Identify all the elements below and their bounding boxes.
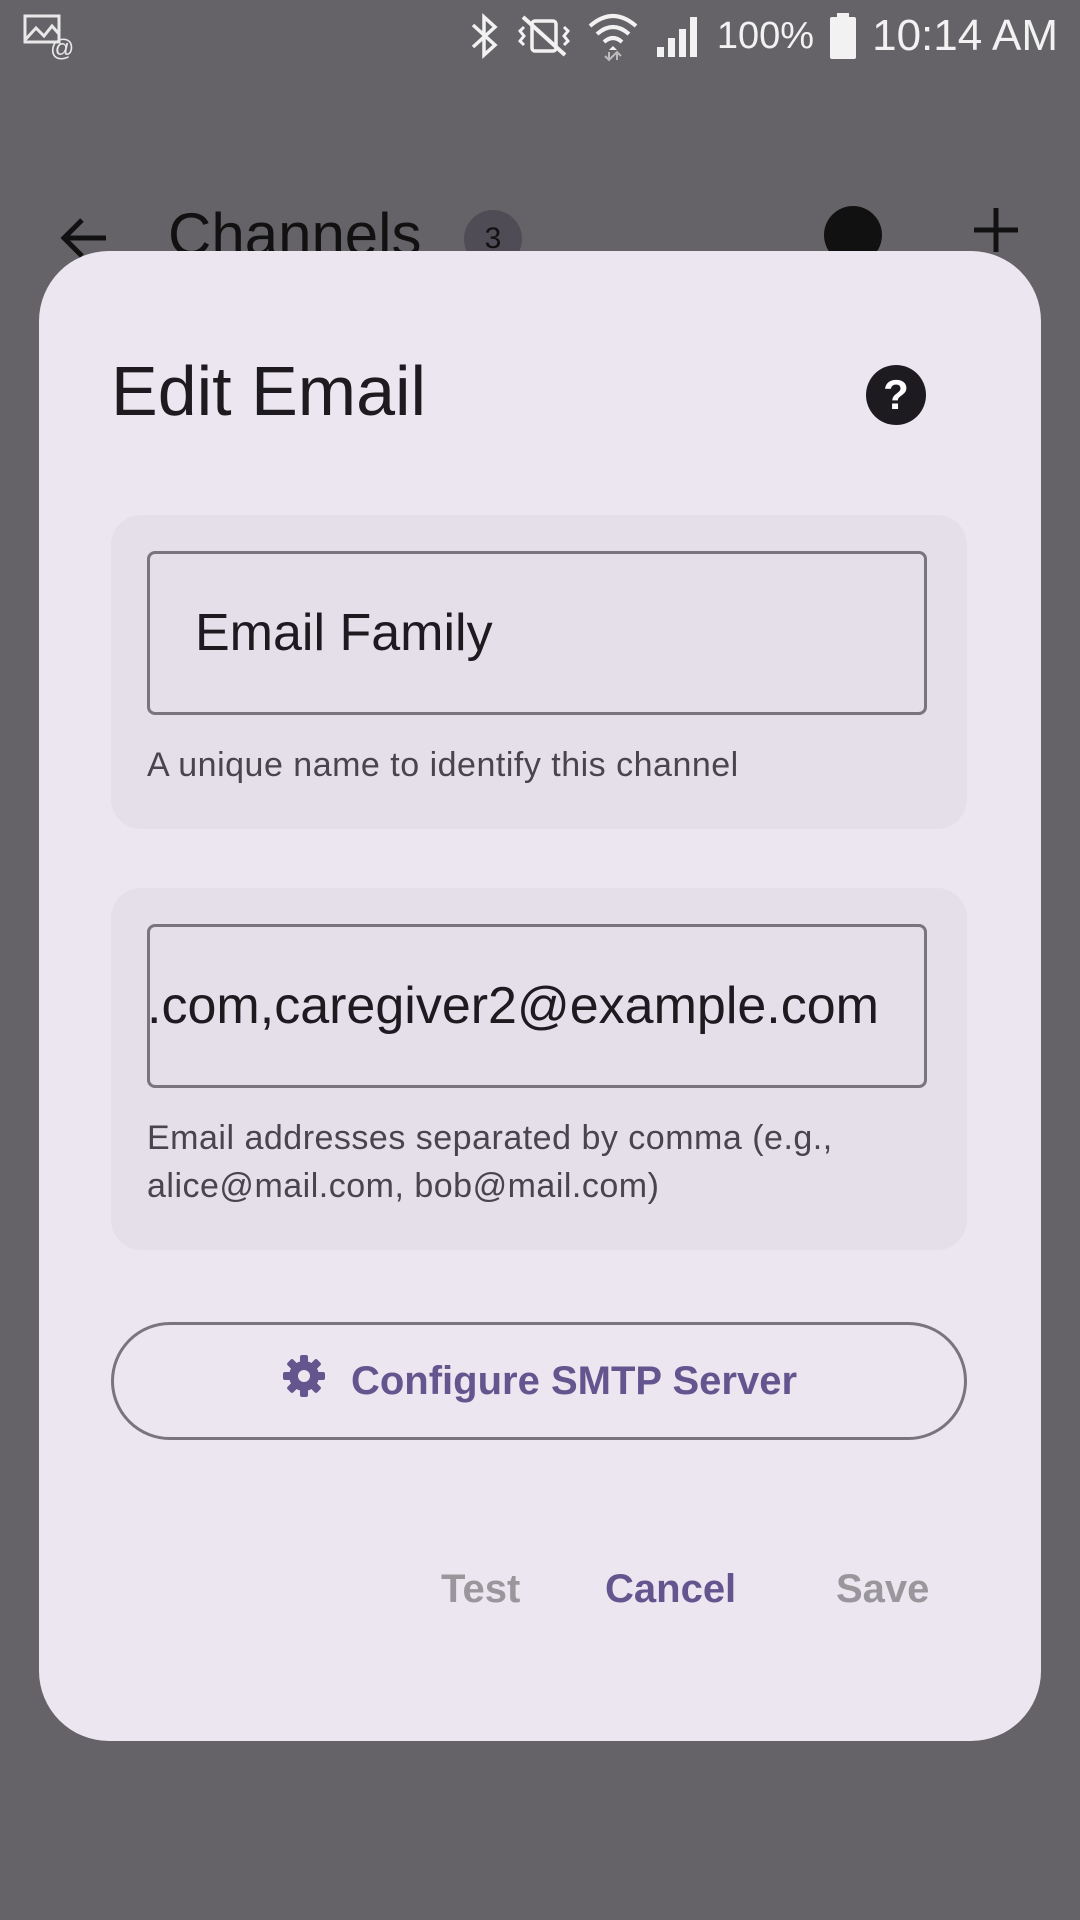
configure-smtp-button[interactable]: Configure SMTP Server	[111, 1322, 967, 1440]
gear-icon	[281, 1353, 327, 1409]
bluetooth-icon	[467, 11, 501, 61]
battery-percent: 100%	[716, 14, 815, 57]
email-addresses-helper: Email addresses separated by comma (e.g.…	[147, 1119, 833, 1205]
channel-name-helper: A unique name to identify this channel	[147, 746, 739, 784]
svg-text:?: ?	[883, 371, 909, 418]
wifi-icon	[587, 10, 639, 62]
vibrate-off-icon	[515, 11, 573, 61]
svg-text:@: @	[50, 35, 74, 60]
cancel-button[interactable]: Cancel	[605, 1567, 736, 1631]
addresses-field-card: caregiver1@example.com,caregiver2@exampl…	[111, 888, 967, 1250]
name-field-card: Email Family A unique name to identify t…	[111, 515, 967, 829]
signal-icon	[653, 11, 703, 61]
dialog-title: Edit Email	[111, 352, 427, 430]
battery-icon	[828, 11, 858, 61]
help-icon[interactable]: ?	[866, 365, 926, 425]
email-notification-icon: @	[22, 12, 74, 62]
status-bar: @ 100% 10:14 AM	[0, 0, 1080, 72]
clock: 10:14 AM	[872, 11, 1058, 60]
email-addresses-value: caregiver1@example.com,caregiver2@exampl…	[147, 977, 879, 1035]
save-button[interactable]: Save	[836, 1567, 929, 1631]
email-addresses-input[interactable]: caregiver1@example.com,caregiver2@exampl…	[147, 924, 927, 1088]
configure-smtp-label: Configure SMTP Server	[350, 1358, 798, 1403]
test-button[interactable]: Test	[441, 1567, 520, 1631]
channel-name-input[interactable]: Email Family	[147, 551, 927, 715]
channel-name-value: Email Family	[195, 604, 493, 662]
edit-email-dialog: Edit Email ? Email Family A unique name …	[39, 251, 1041, 1741]
